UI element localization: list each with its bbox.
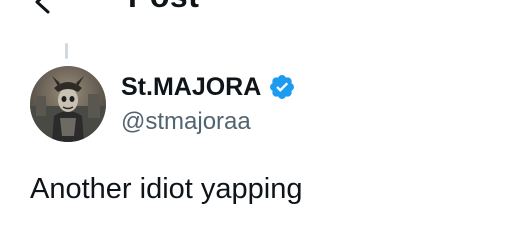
- avatar[interactable]: [30, 66, 106, 142]
- author-name-row: St.MAJORA: [121, 72, 296, 102]
- post-text: Another idiot yapping: [30, 173, 303, 205]
- author-handle[interactable]: @stmajoraa: [121, 107, 251, 137]
- top-bar: Post: [0, 0, 506, 14]
- display-name[interactable]: St.MAJORA: [121, 72, 261, 102]
- avatar-image: [30, 66, 106, 142]
- back-arrow-icon: [35, 0, 50, 14]
- verified-badge-icon: [268, 73, 296, 101]
- back-button[interactable]: [28, 0, 56, 14]
- thread-connector-line: [65, 43, 68, 59]
- page-title: Post: [128, 0, 199, 12]
